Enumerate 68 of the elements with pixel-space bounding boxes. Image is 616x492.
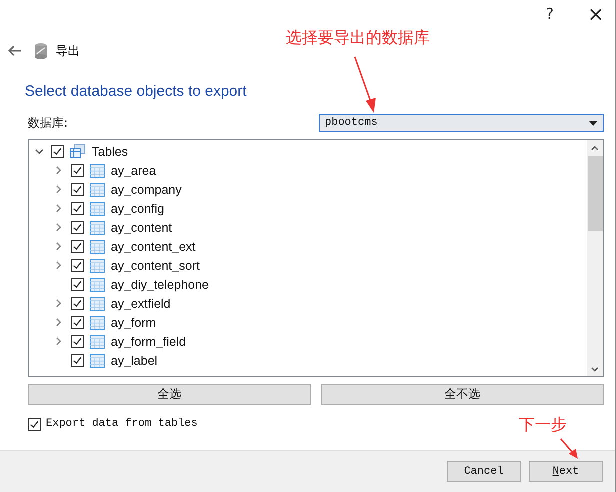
checkbox[interactable] (71, 240, 84, 253)
export-data-label: Export data from tables (46, 418, 198, 430)
table-icon (90, 258, 105, 272)
annotation-arrow (560, 438, 580, 460)
annotation-arrow (353, 56, 379, 114)
tree-item[interactable]: ay_form_field (29, 332, 587, 351)
table-icon (90, 334, 105, 348)
table-icon (90, 164, 105, 178)
chevron-right-icon[interactable] (56, 318, 62, 327)
scroll-down-icon[interactable] (591, 367, 599, 372)
table-icon (90, 220, 105, 234)
close-button[interactable]: × (585, 2, 607, 26)
tree-item[interactable]: ay_company (29, 180, 587, 199)
table-icon (90, 202, 105, 216)
table-icon (90, 240, 105, 254)
dropdown-caret-icon (589, 120, 598, 126)
database-dropdown[interactable]: pbootcms (319, 114, 604, 132)
chevron-right-icon[interactable] (56, 299, 62, 308)
chevron-right-icon[interactable] (56, 261, 62, 270)
tree-item[interactable]: ay_extfield (29, 294, 587, 313)
checkbox[interactable] (71, 278, 84, 291)
tables-icon (70, 144, 86, 159)
tree-item[interactable]: ay_form (29, 313, 587, 332)
chevron-right-icon[interactable] (56, 166, 62, 175)
tree-item[interactable]: ay_diy_telephone (29, 275, 587, 294)
page-title: 导出 (56, 42, 80, 60)
annotation-text: 下一步 (519, 415, 567, 436)
table-icon (90, 296, 105, 310)
tree-item[interactable]: ay_config (29, 199, 587, 218)
checkbox[interactable] (71, 183, 84, 196)
chevron-right-icon[interactable] (56, 223, 62, 232)
checkbox[interactable] (71, 297, 84, 310)
back-arrow-icon[interactable] (8, 45, 22, 57)
annotation-text: 选择要导出的数据库 (286, 28, 430, 49)
table-icon (90, 182, 105, 196)
table-icon (90, 354, 105, 368)
chevron-right-icon[interactable] (56, 242, 62, 251)
checkbox[interactable] (71, 354, 84, 367)
tree-item[interactable]: ay_content (29, 218, 587, 237)
checkbox[interactable] (28, 418, 41, 430)
checkbox[interactable] (71, 335, 84, 348)
tree-item[interactable]: ay_content_sort (29, 256, 587, 275)
select-button[interactable]: 全不选 (321, 384, 604, 405)
help-button[interactable]: ? (539, 5, 561, 23)
checkbox[interactable] (71, 259, 84, 272)
scrollbar[interactable] (587, 140, 603, 376)
tree-item[interactable]: ay_content_ext (29, 237, 587, 256)
tree-item[interactable]: ay_label (29, 351, 587, 370)
section-heading: Select database objects to export (24, 83, 248, 102)
database-icon (34, 42, 48, 60)
tree-item[interactable]: Tables (29, 142, 587, 161)
table-icon (90, 278, 105, 292)
chevron-down-icon[interactable] (34, 148, 44, 154)
chevron-right-icon[interactable] (56, 337, 62, 346)
dialog-button[interactable]: Next (529, 461, 603, 482)
select-button[interactable]: 全选 (28, 384, 311, 405)
scroll-up-icon[interactable] (591, 146, 599, 151)
chevron-right-icon[interactable] (56, 185, 62, 194)
table-icon (90, 316, 105, 330)
chevron-right-icon[interactable] (56, 204, 62, 213)
checkbox[interactable] (71, 164, 84, 177)
tree-item[interactable]: ay_area (29, 161, 587, 180)
checkbox[interactable] (51, 145, 64, 158)
checkbox[interactable] (71, 221, 84, 234)
checkbox[interactable] (71, 316, 84, 329)
dialog-button[interactable]: Cancel (447, 461, 521, 482)
checkbox[interactable] (71, 202, 84, 215)
database-label: 数据库: (28, 114, 68, 132)
